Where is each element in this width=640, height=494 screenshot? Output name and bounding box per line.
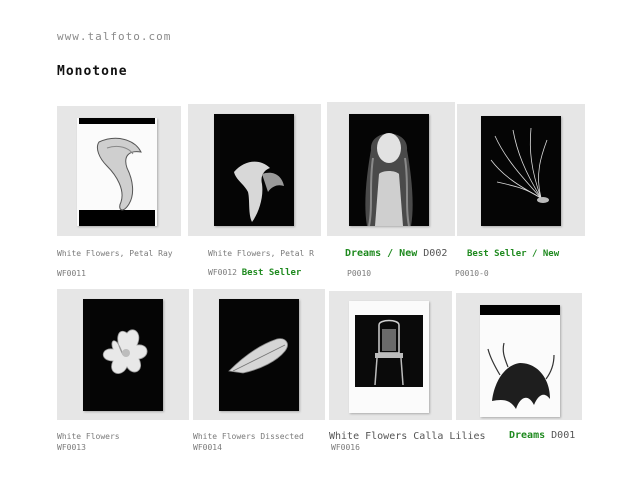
product-image-d001[interactable] [456,293,582,420]
best-seller-badge: Best Seller [241,268,302,278]
product-code: WF0013 [57,443,86,452]
product-code: WF0011 [57,269,86,278]
chair-photo [374,319,404,386]
product-image-wf0011[interactable] [57,106,181,236]
dreams-new-badge: Dreams / New [345,248,418,259]
product-code: WF0012 [208,268,237,277]
hair-portrait-photo [487,342,555,409]
product-image-wf0016[interactable] [329,291,452,420]
best-seller-new-badge[interactable]: Best Seller / New [467,249,559,259]
product-title[interactable]: White Flowers, Petal Ray [57,249,173,258]
feather-seed-photo [490,127,549,203]
dissected-lily-photo [228,338,288,374]
product-title[interactable]: White Flowers Calla Lilies [329,431,486,442]
calla-lily-dark-photo [234,161,284,222]
product-title[interactable]: White Flowers, Petal R [208,249,314,258]
product-image-wf0014[interactable] [193,289,325,420]
product-title[interactable]: White Flowers Dissected [193,432,304,441]
product-image-p0010-0[interactable] [457,104,585,236]
product-title[interactable]: White Flowers [57,432,120,441]
page-title: Monotone [57,64,128,79]
product-title[interactable]: D002 [423,248,447,259]
product-code: WF0016 [331,443,360,452]
product-image-d002[interactable] [327,102,455,236]
amaryllis-photo [102,329,148,374]
portrait-photo [365,133,413,226]
product-image-wf0012[interactable] [188,104,321,236]
product-title[interactable]: D001 [551,430,575,441]
dreams-badge: Dreams [509,430,546,441]
product-image-wf0013[interactable] [57,289,189,420]
product-code: P0010-0 [455,269,489,278]
product-code: P0010 [347,269,372,278]
site-url[interactable]: www.talfoto.com [57,30,171,43]
calla-lily-photo [96,137,142,211]
product-code: WF0014 [193,443,222,452]
